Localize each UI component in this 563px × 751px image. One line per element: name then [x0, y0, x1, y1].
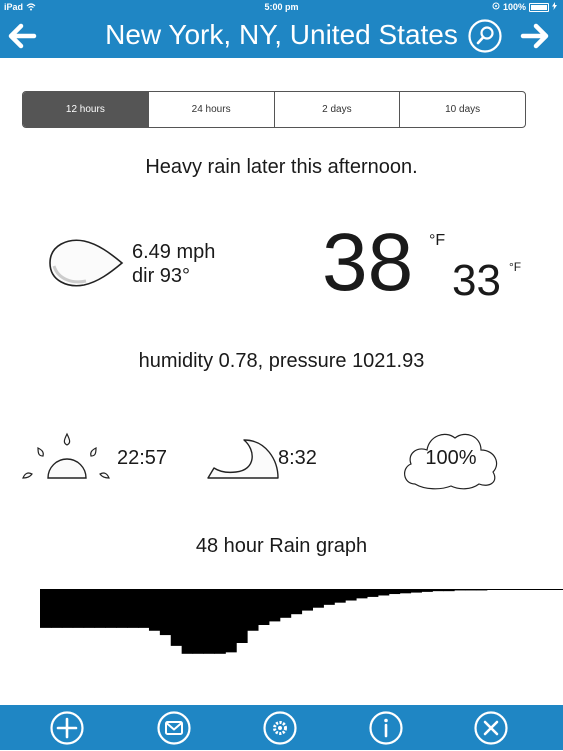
rain-bar: [377, 589, 390, 596]
rain-bar: [432, 589, 444, 592]
rain-bar: [116, 589, 128, 628]
rain-bar: [443, 589, 455, 592]
close-icon: [474, 711, 508, 745]
mail-icon: [157, 711, 191, 745]
rain-bar: [541, 589, 553, 590]
rain-bar: [181, 589, 194, 654]
current-temperature: 38: [322, 217, 414, 308]
moon-icon: [206, 438, 280, 485]
rain-bar: [247, 589, 259, 631]
tab-2-days[interactable]: 2 days: [273, 92, 400, 127]
search-button[interactable]: [467, 18, 503, 54]
humidity-pressure: humidity 0.78, pressure 1021.93: [138, 350, 425, 372]
info-icon: [369, 711, 403, 745]
rain-bar: [127, 589, 139, 628]
rain-bar: [268, 589, 281, 622]
rain-bar: [464, 589, 477, 591]
rain-bar: [475, 589, 488, 591]
settings-icon: [263, 711, 297, 745]
low-temperature: 33: [452, 256, 501, 305]
rain-bar: [40, 589, 52, 628]
settings-button[interactable]: [262, 710, 298, 746]
rain-bar: [72, 589, 85, 628]
rain-bar: [105, 589, 117, 628]
rain-bar: [225, 589, 237, 653]
arrow-right-icon: [520, 23, 549, 49]
mail-button[interactable]: [156, 710, 192, 746]
rain-bar: [323, 589, 335, 605]
charging-icon: [552, 2, 557, 12]
time-range-selector: 12 hours 24 hours 2 days 10 days: [22, 91, 526, 128]
search-icon: [468, 19, 502, 53]
sunrise-icon: [20, 432, 112, 485]
rain-bar: [486, 589, 499, 590]
rain-bar: [355, 589, 368, 599]
bottom-toolbar: [0, 705, 563, 750]
battery-percent: 100%: [502, 2, 526, 12]
cloud-cover-value: 100%: [425, 447, 477, 469]
wind-speed: 6.49 mph: [132, 241, 216, 263]
rain-bar: [170, 589, 183, 646]
navigation-bar: New York, NY, United States: [0, 14, 563, 58]
low-temperature-unit: °F: [509, 260, 522, 274]
wind-direction-icon: [46, 235, 126, 296]
rain-graph-title: 48 hour Rain graph: [195, 535, 368, 557]
rain-bar: [421, 589, 433, 592]
rain-bar: [50, 589, 63, 628]
rain-bar: [159, 589, 172, 636]
add-location-button[interactable]: [49, 710, 85, 746]
rain-bar: [345, 589, 357, 601]
battery-icon: [529, 2, 549, 12]
status-bar: iPad 5:00 pm 100%: [0, 0, 563, 14]
rain-bar: [94, 589, 106, 628]
forward-button[interactable]: [519, 20, 551, 52]
wind-info: 6.49 mph dir 93°: [132, 240, 215, 288]
rain-graph: [40, 589, 563, 654]
rain-bar: [519, 589, 531, 590]
rain-bar: [399, 589, 412, 594]
rotation-lock-icon: [492, 2, 500, 12]
rain-bar: [388, 589, 401, 595]
tab-24-hours[interactable]: 24 hours: [147, 92, 274, 127]
rain-bar: [454, 589, 466, 591]
rain-bar: [83, 589, 96, 628]
moon-time: 8:32: [278, 447, 317, 469]
tab-12-hours[interactable]: 12 hours: [23, 92, 148, 127]
add-icon: [50, 711, 84, 745]
rain-bar: [312, 589, 324, 608]
rain-bar: [192, 589, 205, 654]
rain-bar: [148, 589, 161, 631]
rain-bar: [290, 589, 303, 615]
rain-bar: [214, 589, 226, 654]
tab-10-days[interactable]: 10 days: [399, 92, 525, 127]
close-button[interactable]: [473, 710, 509, 746]
rain-bar: [366, 589, 379, 597]
rain-bar: [552, 589, 563, 590]
rain-bar: [236, 589, 248, 643]
rain-bar: [257, 589, 270, 625]
rain-bar: [279, 589, 292, 618]
rain-bar: [61, 589, 74, 628]
info-button[interactable]: [368, 710, 404, 746]
rain-bar: [138, 589, 150, 628]
rain-bar: [497, 589, 510, 590]
weather-summary: Heavy rain later this afternoon.: [145, 156, 418, 178]
rain-bar: [508, 589, 521, 590]
current-temperature-unit: °F: [429, 232, 446, 249]
sun-time: 22:57: [117, 447, 168, 469]
rain-bar: [530, 589, 542, 590]
wind-direction: dir 93°: [132, 265, 191, 287]
rain-bar: [334, 589, 346, 603]
battery-area: 100%: [492, 2, 557, 12]
rain-bar: [203, 589, 215, 654]
rain-bar: [410, 589, 422, 593]
status-time: 5:00 pm: [264, 2, 299, 12]
rain-bar: [301, 589, 313, 611]
